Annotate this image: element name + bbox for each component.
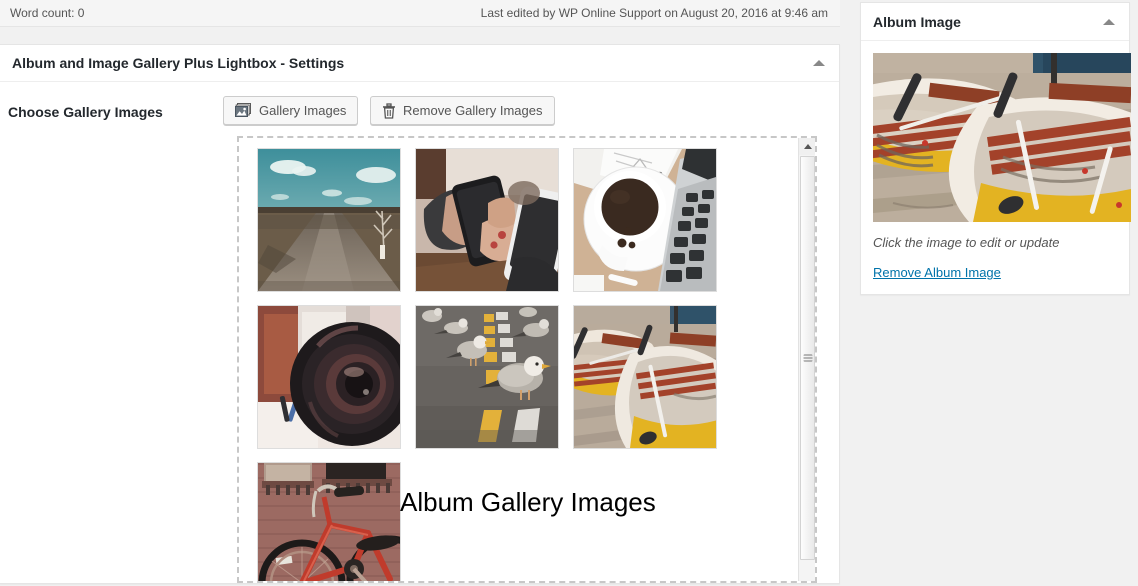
annotation-gallery-images: Album Gallery Images (400, 487, 656, 517)
album-cover-image[interactable] (873, 53, 1131, 222)
triangle-up-icon[interactable] (813, 60, 825, 66)
screen-root: Word count: 0 Last edited by WP Online S… (0, 0, 1138, 586)
gallery-scrollbar[interactable] (798, 138, 815, 581)
gallery-thumb-coffee-laptop[interactable] (573, 148, 717, 292)
scroll-up-arrow-icon[interactable] (799, 138, 815, 155)
sidebar-column: Album Image Click the image to edit or u… (856, 0, 1138, 586)
spacer (0, 27, 840, 44)
gallery-thumb-seagulls-road[interactable] (415, 305, 559, 449)
triangle-up-icon[interactable] (1103, 18, 1115, 25)
last-edited-label: Last edited by WP Online Support on Augu… (480, 6, 828, 20)
remove-gallery-images-button-label: Remove Gallery Images (403, 103, 543, 118)
page-title: Album and Image Gallery Plus Lightbox - … (12, 55, 345, 71)
images-stack-icon (235, 103, 252, 118)
album-image-box-header[interactable]: Album Image (861, 3, 1129, 41)
gallery-thumb-red-bicycle[interactable] (257, 462, 401, 581)
album-image-box: Album Image Click the image to edit or u… (860, 2, 1131, 295)
remove-gallery-images-button[interactable]: Remove Gallery Images (370, 96, 555, 125)
album-image-title: Album Image (873, 13, 961, 30)
album-image-hint: Click the image to edit or update (873, 235, 1060, 250)
gallery-thumb-hands-smartphones[interactable] (415, 148, 559, 292)
trash-icon (382, 102, 396, 119)
remove-album-image-link[interactable]: Remove Album Image (873, 265, 1001, 280)
album-image-box-body: Click the image to edit or update Remove… (861, 41, 1131, 294)
gallery-thumb-rowing-boats[interactable] (573, 305, 717, 449)
gallery-images-button[interactable]: Gallery Images (223, 96, 359, 125)
gallery-images-button-label: Gallery Images (259, 103, 347, 118)
settings-panel-header[interactable]: Album and Image Gallery Plus Lightbox - … (0, 45, 839, 82)
word-count-label: Word count: 0 (10, 6, 85, 20)
choose-gallery-images-label: Choose Gallery Images (8, 104, 163, 120)
editor-status-bar: Word count: 0 Last edited by WP Online S… (0, 0, 840, 27)
scrollbar-thumb[interactable] (800, 156, 815, 560)
main-column: Word count: 0 Last edited by WP Online S… (0, 0, 840, 586)
gallery-thumb-desert-road[interactable] (257, 148, 401, 292)
scroll-grip-icon (803, 354, 812, 362)
gallery-thumb-camera-lens[interactable] (257, 305, 401, 449)
